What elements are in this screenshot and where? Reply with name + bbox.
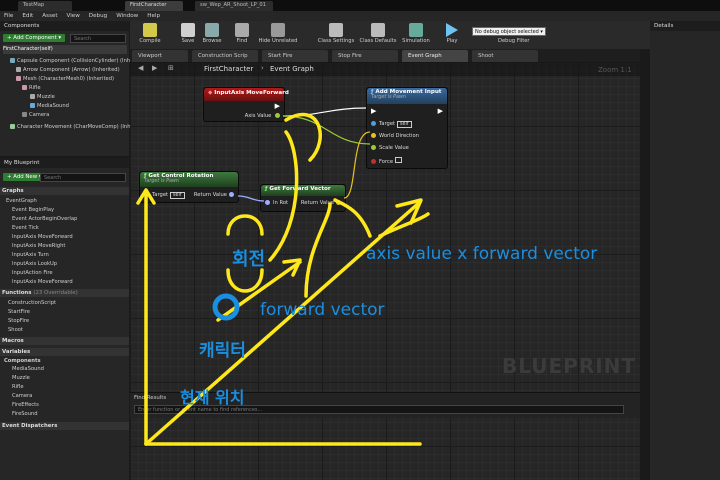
annotation-character: 캐릭터 (199, 341, 246, 361)
wire-curve-left (268, 130, 299, 262)
formula-pointer (333, 198, 372, 238)
annotation-current-position: 현재 위치 (180, 388, 245, 407)
rotation-bracket-top (226, 214, 264, 236)
annotation-overlay (136, 112, 430, 446)
annotation-rotation: 회전 (232, 249, 266, 270)
annotation-forward-vector: forward vector (260, 300, 385, 320)
annotation-axis-formula: axis value x forward vector (366, 244, 598, 264)
vector-bracket (304, 202, 332, 298)
rotation-bracket-bottom (226, 268, 264, 293)
